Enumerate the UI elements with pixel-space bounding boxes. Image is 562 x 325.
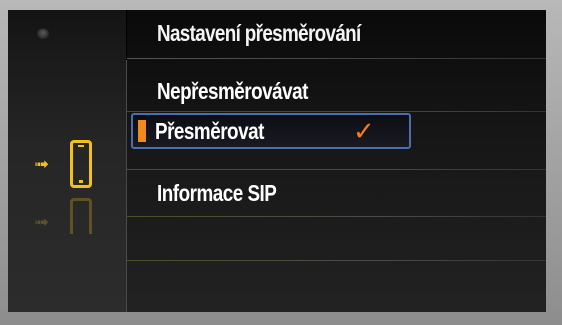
row-divider — [127, 216, 546, 217]
display-screen: ➟ ➟ Nastavení přesměrování Nepřesměrováv… — [8, 10, 546, 312]
title-divider — [127, 58, 546, 59]
phone-reflection: ➟ — [32, 198, 112, 242]
arrow-reflection-icon: ➟ — [34, 212, 50, 233]
menu-item-nepresmerovavat[interactable]: Nepřesměrovávat — [131, 74, 411, 110]
phone-reflection-icon — [70, 198, 92, 234]
call-forward-graphic: ➟ — [32, 138, 112, 198]
device-bezel: ➟ ➟ Nastavení přesměrování Nepřesměrováv… — [0, 0, 562, 325]
page-title: Nastavení přesměrování — [157, 20, 361, 46]
menu-panel: Nastavení přesměrování Nepřesměrovávat P… — [127, 10, 546, 312]
back-knob-icon[interactable] — [36, 28, 50, 40]
phone-icon — [70, 140, 92, 188]
menu-item-presmerovat[interactable]: Přesměrovat ✓ — [131, 113, 411, 149]
menu-item-informace-sip[interactable]: Informace SIP — [131, 176, 411, 212]
checkmark-icon: ✓ — [353, 117, 375, 147]
menu-item-label: Informace SIP — [157, 180, 277, 206]
selection-marker — [138, 120, 146, 142]
menu-item-label: Přesměrovat — [155, 118, 264, 144]
call-forward-arrow-icon: ➟ — [34, 154, 50, 175]
menu-item-label: Nepřesměrovávat — [157, 78, 308, 104]
row-divider — [127, 260, 546, 261]
left-sidebar: ➟ ➟ — [8, 10, 126, 312]
row-divider — [127, 169, 546, 170]
row-divider — [127, 111, 546, 112]
